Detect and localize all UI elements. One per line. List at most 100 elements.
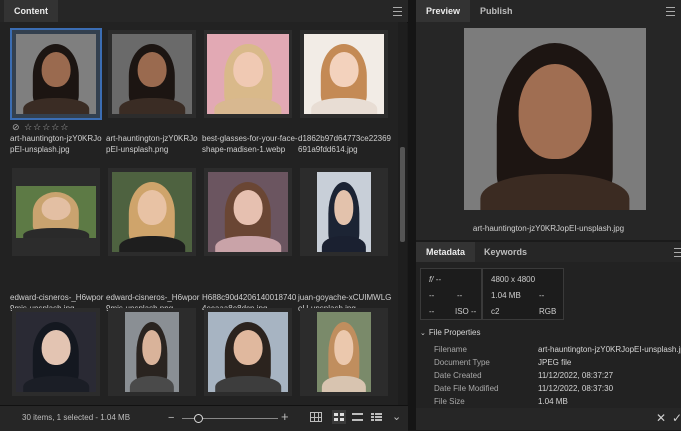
rating-stars[interactable]: ⊘ ☆☆☆☆☆ (12, 122, 69, 133)
preview-area: art-hauntington-jzY0KRJopEI-unsplash.jpg (416, 22, 681, 240)
metadata-panel: f/ -- -- -- -- ISO -- 4800 x 4800 1.04 M… (416, 262, 681, 408)
thumbnail-frame (12, 308, 100, 396)
iso-value: ISO -- (455, 307, 477, 316)
thumbnail-item[interactable]: ⊘ ☆☆☆☆☆ art-hauntington-jzY0KRJopEI-unsp… (8, 24, 104, 174)
tab-content[interactable]: Content (4, 0, 58, 22)
camera-data-box: f/ -- -- -- -- ISO -- (420, 268, 482, 320)
thumbnail-frame (204, 308, 292, 396)
thumbnail-item[interactable]: best-glasses-for-your-face-shape-madisen… (200, 24, 298, 174)
thumbnail-image (112, 34, 192, 114)
filesize-value: 1.04 MB (491, 291, 521, 300)
thumbnail-item[interactable] (200, 302, 296, 402)
preview-image[interactable] (464, 28, 646, 210)
metadata-key: Filename (434, 345, 467, 354)
star-icon[interactable]: ☆☆☆☆☆ (24, 122, 69, 132)
thumbnail-image (16, 34, 96, 114)
resolution-value: -- (539, 291, 545, 300)
thumbnail-item[interactable]: juan-goyache-xCUIMWLGoU-unsplash.jpg (296, 162, 392, 313)
thumbnail-item[interactable] (104, 302, 200, 402)
thumbnail-frame (108, 168, 196, 256)
reject-icon[interactable]: ⊘ (12, 122, 21, 132)
slider-handle[interactable] (194, 414, 203, 423)
thumbnail-image (304, 34, 384, 114)
metadata-key: Date Created (434, 371, 482, 380)
chevron-down-icon: ⌄ (420, 330, 426, 337)
exposure-value: -- (457, 291, 463, 300)
thumbnail-frame (204, 168, 292, 256)
thumbnail-image (207, 34, 289, 114)
thumbnail-filename: best-glasses-for-your-face-shape-madisen… (202, 134, 298, 154)
metadata-row: File Size 1.04 MB (416, 396, 681, 407)
section-title: File Properties (428, 328, 481, 337)
zoom-in-icon[interactable]: + (281, 410, 289, 423)
tab-metadata[interactable]: Metadata (416, 242, 476, 262)
thumbnail-filename: d1862b97d64773ce22369691a9fdd614.jpg (298, 134, 391, 154)
chevron-down-icon[interactable]: ⌄ (392, 411, 401, 423)
content-tabbar: Content (0, 0, 408, 23)
thumbnail-frame (300, 30, 388, 118)
dimensions-value: 4800 x 4800 (491, 275, 536, 284)
thumbnail-image (125, 312, 179, 392)
thumbnail-item[interactable] (8, 302, 104, 402)
file-data-box: 4800 x 4800 1.04 MB -- c2 RGB (482, 268, 564, 320)
check-icon[interactable]: ✓ (672, 411, 681, 425)
focal-value: -- (429, 307, 435, 316)
panel-divider[interactable] (408, 0, 416, 430)
metadata-row: Date File Modified 11/12/2022, 08:37:30 (416, 383, 681, 394)
metadata-value: JPEG file (538, 358, 572, 367)
details-view-icon[interactable] (352, 413, 363, 421)
thumbnail-image (317, 312, 371, 392)
thumbnail-image (317, 172, 371, 252)
preview-caption: art-hauntington-jzY0KRJopEI-unsplash.jpg (472, 224, 625, 233)
thumbnail-image (16, 312, 96, 392)
thumbnail-item[interactable]: art-hauntington-jzY0KRJopEI-unsplash.png (104, 24, 200, 174)
metadata-value: art-hauntington-jzY0KRJopEI-unsplash.jpg (538, 345, 681, 354)
grid-view-icon[interactable] (310, 412, 322, 422)
thumbnail-frame (300, 168, 388, 256)
metadata-tabbar: Metadata Keywords (416, 242, 681, 263)
list-view-icon[interactable] (371, 413, 382, 421)
scrollbar-thumb[interactable] (400, 147, 405, 242)
thumbnail-view-icon[interactable] (332, 410, 346, 424)
metadata-key: File Size (434, 397, 465, 406)
status-text: 30 items, 1 selected - 1.04 MB (22, 413, 131, 422)
metadata-key: Date File Modified (434, 384, 499, 393)
thumbnail-item[interactable]: H688c90d42061400187404ecaaa8e8dcn.jpg (200, 162, 296, 313)
thumbnail-item[interactable] (296, 302, 392, 402)
metadata-value: 1.04 MB (538, 397, 568, 406)
thumbnail-image (112, 172, 192, 252)
thumbnail-frame (108, 308, 196, 396)
tab-publish[interactable]: Publish (470, 0, 523, 22)
shutter-value: -- (429, 291, 435, 300)
metadata-value: 11/12/2022, 08:37:27 (538, 371, 614, 380)
panel-menu-icon[interactable] (666, 7, 675, 16)
thumbnail-frame (204, 30, 292, 118)
thumbnail-image (16, 186, 96, 238)
color-mode-value: RGB (539, 307, 557, 316)
metadata-key: Document Type (434, 358, 490, 367)
panel-menu-icon[interactable] (393, 7, 402, 16)
preview-tabbar: Preview Publish (416, 0, 681, 23)
content-scrollbar[interactable] (398, 22, 407, 405)
metadata-row: Document Type JPEG file (416, 357, 681, 368)
metadata-row: Date Created 11/12/2022, 08:37:27 (416, 370, 681, 381)
thumbnail-filename: art-hauntington-jzY0KRJopEI-unsplash.png (106, 134, 198, 154)
zoom-out-icon[interactable]: − (168, 412, 174, 424)
tab-keywords[interactable]: Keywords (474, 242, 537, 262)
thumbnail-item[interactable]: edward-cisneros-_H6wpor9mjs-unsplash.png (104, 162, 200, 313)
thumbnail-item[interactable]: d1862b97d64773ce22369691a9fdd614.jpg (296, 24, 392, 174)
thumbnail-item[interactable]: edward-cisneros-_H6wpor9mjs-unsplash.jpg (8, 162, 104, 313)
thumbnail-frame (10, 28, 102, 120)
close-icon[interactable]: ✕ (656, 411, 666, 425)
metadata-row: Filename art-hauntington-jzY0KRJopEI-uns… (416, 344, 681, 355)
metadata-value: 11/12/2022, 08:37:30 (538, 384, 614, 393)
thumbnail-filename: art-hauntington-jzY0KRJopEI-unsplash.jpg (10, 134, 102, 154)
panel-menu-icon[interactable] (674, 248, 681, 257)
tab-preview[interactable]: Preview (416, 0, 471, 22)
aperture-value: f/ -- (429, 275, 441, 284)
thumbnail-size-slider[interactable] (182, 414, 278, 423)
file-properties-header[interactable]: ⌄ File Properties (420, 328, 480, 337)
color-profile-value: c2 (491, 307, 500, 316)
thumbnail-frame (300, 308, 388, 396)
metadata-footer: ✕ ✓ (416, 408, 681, 430)
